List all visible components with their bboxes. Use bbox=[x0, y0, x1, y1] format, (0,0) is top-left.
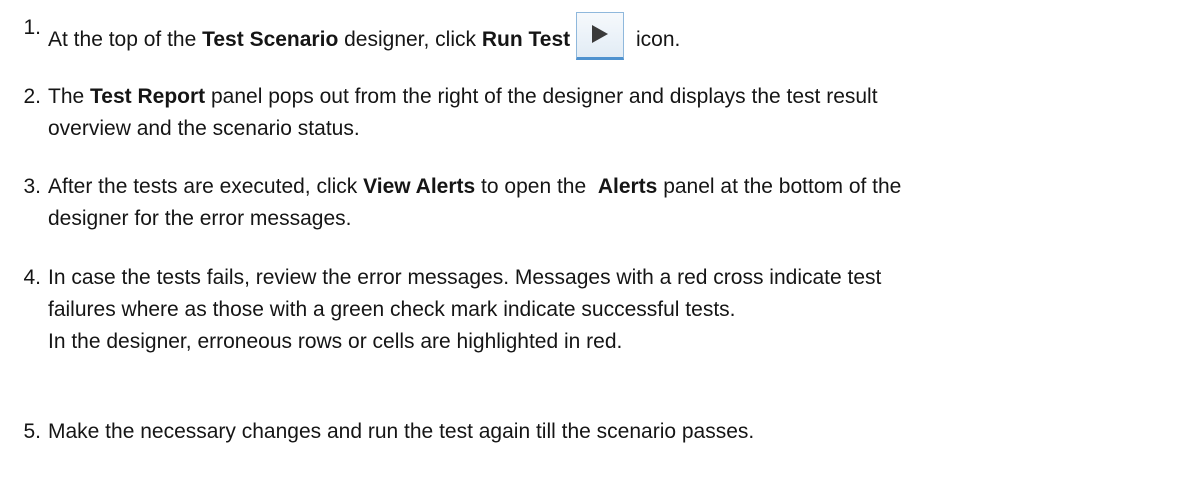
step-text: The Test Report panel pops out from the … bbox=[48, 85, 878, 140]
step-text: After the tests are executed, click View… bbox=[48, 175, 902, 230]
alerts-label: Alerts bbox=[597, 175, 658, 198]
view-alerts-label: View Alerts bbox=[363, 175, 476, 198]
test-report-label: Test Report bbox=[90, 85, 206, 108]
play-icon bbox=[576, 12, 625, 60]
step-number: 5. bbox=[23, 420, 41, 443]
step-3: 3. After the tests are executed, click V… bbox=[0, 171, 1204, 235]
step-4: 4. In case the tests fails, review the e… bbox=[0, 262, 1204, 358]
step-number: 3. bbox=[23, 175, 41, 198]
step-1: 1. At the top of the Test Scenario desig… bbox=[0, 12, 1204, 60]
run-test-label: Run Test bbox=[481, 28, 571, 51]
step-text: At the top of the Test Scenario designer… bbox=[48, 12, 1204, 60]
step-number: 2. bbox=[23, 85, 41, 108]
step-number: 4. bbox=[23, 266, 41, 289]
step-text: Make the necessary changes and run the t… bbox=[48, 420, 755, 443]
step-number: 1. bbox=[23, 16, 41, 39]
step-text: In case the tests fails, review the erro… bbox=[48, 266, 882, 353]
step-2: 2. The Test Report panel pops out from t… bbox=[0, 81, 1204, 145]
step-5: 5. Make the necessary changes and run th… bbox=[0, 416, 1204, 448]
test-scenario-label: Test Scenario bbox=[202, 28, 339, 51]
